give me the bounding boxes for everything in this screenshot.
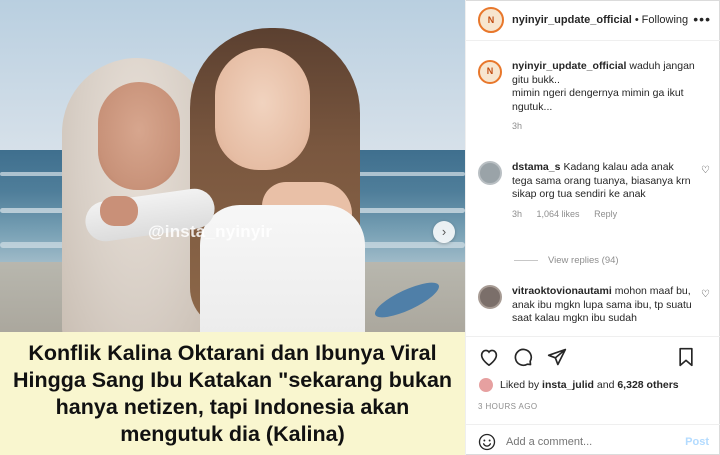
liker-avatar[interactable] (478, 377, 494, 393)
comment-username[interactable]: dstama_s (512, 161, 560, 173)
comment-time[interactable]: 3h (512, 121, 522, 131)
photo-watermark: @insta_nyinyir (148, 222, 273, 241)
add-comment-divider (466, 424, 720, 425)
liker-username[interactable]: insta_julid (542, 379, 594, 391)
likes-prefix: Liked by (500, 379, 540, 391)
comment-time[interactable]: 3h (512, 209, 522, 219)
comment-like-heart-icon[interactable]: ♡ (701, 164, 710, 178)
send-icon[interactable] (546, 346, 568, 368)
add-comment-bar: Post (466, 428, 720, 455)
post-sidebar: N nyinyir_update_official • Following ••… (465, 0, 720, 455)
heart-icon[interactable] (478, 346, 500, 368)
comment-username[interactable]: vitraoktovionautami (512, 285, 612, 297)
header-divider (466, 40, 720, 41)
comment-item: dstama_s Kadang kalau ada anak tega sama … (478, 161, 710, 221)
comment-likes[interactable]: 1,064 likes (537, 209, 580, 219)
chevron-right-icon: › (441, 224, 447, 239)
caption-overlay-text: Konflik Kalina Oktarani dan Ibunya Viral… (12, 340, 453, 446)
avatar[interactable] (478, 285, 502, 309)
view-replies-label: View replies (94) (548, 255, 619, 266)
post-timestamp[interactable]: 3 HOURS AGO (478, 402, 538, 411)
comment-like-heart-icon[interactable]: ♡ (701, 288, 710, 302)
reply-button[interactable]: Reply (594, 209, 617, 219)
avatar[interactable]: N (478, 60, 502, 84)
header-username[interactable]: nyinyir_update_official (512, 14, 632, 26)
more-horizontal-icon[interactable]: ••• (693, 11, 711, 27)
emoji-icon[interactable] (478, 433, 496, 451)
likes-and: and (596, 379, 615, 391)
comment-icon[interactable] (512, 346, 534, 368)
header-separator: • (634, 14, 639, 26)
post-photo: @insta_nyinyir › (0, 0, 465, 332)
likes-summary: Liked by insta_julid and 6,328 others (478, 377, 679, 393)
caption-overlay: Konflik Kalina Oktarani dan Ibunya Viral… (0, 332, 465, 455)
caption-comment: N nyinyir_update_official waduh jangan gi… (478, 60, 710, 134)
post-actions (466, 340, 720, 374)
comment-username[interactable]: nyinyir_update_official (512, 60, 626, 72)
post-media: @insta_nyinyir › Konflik Kalina Oktarani… (0, 0, 465, 455)
following-button[interactable]: Following (642, 14, 688, 26)
avatar[interactable] (478, 161, 502, 185)
post-comment-button[interactable]: Post (685, 436, 709, 448)
view-replies-button[interactable]: View replies (94) (514, 255, 619, 266)
comment-item: vitraoktovionautami mohon maaf bu, anak i… (478, 285, 710, 331)
actions-divider (466, 336, 720, 337)
next-image-button[interactable]: › (433, 221, 455, 243)
post-header: N nyinyir_update_official • Following ••… (466, 0, 720, 40)
avatar[interactable]: N (478, 7, 504, 33)
add-comment-input[interactable] (506, 435, 686, 448)
bookmark-icon[interactable] (675, 346, 697, 368)
likes-count[interactable]: 6,328 others (617, 379, 678, 391)
